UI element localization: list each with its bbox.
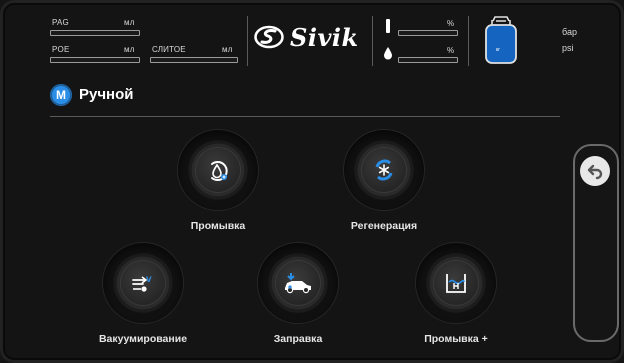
poe-level-bar bbox=[50, 57, 140, 63]
flush-plus-label: Промывка + bbox=[424, 333, 488, 345]
poe-label: POE bbox=[52, 45, 70, 54]
drain-label: СЛИТОЕ bbox=[152, 45, 186, 54]
back-button[interactable] bbox=[580, 156, 610, 186]
regeneration-label: Регенерация bbox=[350, 220, 418, 232]
header-divider bbox=[468, 16, 469, 66]
pressure-unit-bar: бар bbox=[562, 27, 577, 37]
tank-unit-label: кг bbox=[496, 47, 501, 53]
regeneration-icon bbox=[362, 148, 406, 192]
oil-percent-symbol: % bbox=[447, 46, 455, 55]
vacuum-icon: v bbox=[121, 261, 165, 305]
poe-unit: мл bbox=[124, 45, 135, 54]
pag-level-bar bbox=[50, 30, 140, 36]
pag-unit: мл bbox=[124, 18, 135, 27]
back-arrow-icon bbox=[587, 164, 603, 180]
svg-text:v: v bbox=[146, 274, 152, 285]
charge-label: Заправка bbox=[273, 333, 323, 345]
drain-unit: мл bbox=[222, 45, 233, 54]
header-divider bbox=[372, 16, 373, 66]
flush-icon bbox=[196, 148, 240, 192]
charge-button-ring bbox=[258, 243, 338, 323]
drain-level-bar bbox=[150, 57, 238, 63]
brand-logo-icon bbox=[254, 25, 284, 49]
vacuum-label: Вакуумирование bbox=[98, 333, 188, 345]
main-screen: PAG мл POE мл СЛИТОЕ мл Sivik % % кг бар… bbox=[0, 0, 624, 363]
status-header: PAG мл POE мл СЛИТОЕ мл Sivik % % кг бар… bbox=[0, 0, 624, 76]
oil-drop-icon bbox=[384, 47, 392, 60]
side-panel bbox=[573, 144, 619, 342]
level-percent-bar bbox=[398, 30, 458, 36]
header-divider bbox=[247, 16, 248, 66]
regeneration-button-ring bbox=[344, 130, 424, 210]
refrigerant-tank-icon bbox=[485, 16, 517, 64]
flush-plus-button-ring bbox=[416, 243, 496, 323]
mode-title: Ручной bbox=[79, 86, 134, 103]
car-charge-icon bbox=[276, 261, 320, 305]
title-divider bbox=[50, 116, 560, 117]
flush-label: Промывка bbox=[190, 220, 246, 232]
oil-percent-bar bbox=[398, 57, 458, 63]
manual-mode-icon: M bbox=[50, 84, 72, 106]
level-marker-icon bbox=[386, 19, 390, 33]
level-percent-symbol: % bbox=[447, 19, 455, 28]
flush-plus-icon bbox=[434, 261, 478, 305]
brand-logo: Sivik bbox=[254, 22, 359, 52]
vacuum-button-ring: v bbox=[103, 243, 183, 323]
flush-button-ring bbox=[178, 130, 258, 210]
pressure-unit-psi: psi bbox=[562, 43, 574, 53]
pag-label: PAG bbox=[52, 18, 69, 27]
brand-name: Sivik bbox=[290, 22, 359, 52]
